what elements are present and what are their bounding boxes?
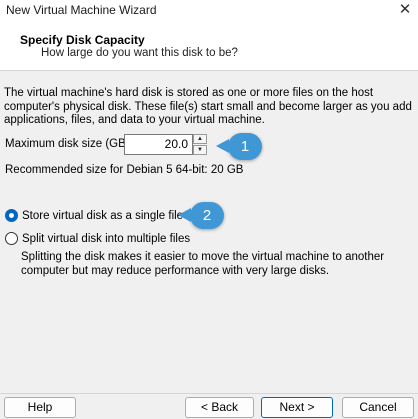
title-bar: New Virtual Machine Wizard ✕ xyxy=(0,0,418,21)
split-files-label[interactable]: Split virtual disk into multiple files xyxy=(22,233,190,245)
callout-badge-1: 1 xyxy=(216,133,262,160)
window-title: New Virtual Machine Wizard xyxy=(6,3,157,17)
recommended-size-text: Recommended size for Debian 5 64-bit: 20… xyxy=(5,164,244,176)
single-file-label[interactable]: Store virtual disk as a single file xyxy=(22,210,183,222)
split-help-text: Splitting the disk makes it easier to mo… xyxy=(21,251,385,277)
next-button[interactable]: Next > xyxy=(261,397,333,418)
help-button[interactable]: Help xyxy=(4,397,76,418)
wizard-header: Specify Disk Capacity How large do you w… xyxy=(0,21,418,71)
disk-size-input[interactable]: 20.0 xyxy=(124,134,193,155)
cancel-button[interactable]: Cancel xyxy=(342,397,414,418)
single-file-option[interactable]: Store virtual disk as a single file xyxy=(5,209,183,222)
callout-badge-2: 2 xyxy=(178,202,224,229)
disk-description: The virtual machine's hard disk is store… xyxy=(4,87,412,126)
footer-divider xyxy=(0,393,418,394)
spin-down-icon[interactable]: ▼ xyxy=(193,145,207,155)
single-file-radio[interactable] xyxy=(5,209,18,222)
page-title: Specify Disk Capacity xyxy=(20,33,145,47)
page-subtitle: How large do you want this disk to be? xyxy=(41,47,238,59)
split-files-radio[interactable] xyxy=(5,232,18,245)
disk-size-stepper[interactable]: ▲ ▼ xyxy=(193,134,207,155)
disk-size-label: Maximum disk size (GB): xyxy=(5,138,133,150)
split-files-option[interactable]: Split virtual disk into multiple files xyxy=(5,232,190,245)
back-button[interactable]: < Back xyxy=(185,397,254,418)
spin-up-icon[interactable]: ▲ xyxy=(193,134,207,144)
close-icon[interactable]: ✕ xyxy=(394,0,416,21)
